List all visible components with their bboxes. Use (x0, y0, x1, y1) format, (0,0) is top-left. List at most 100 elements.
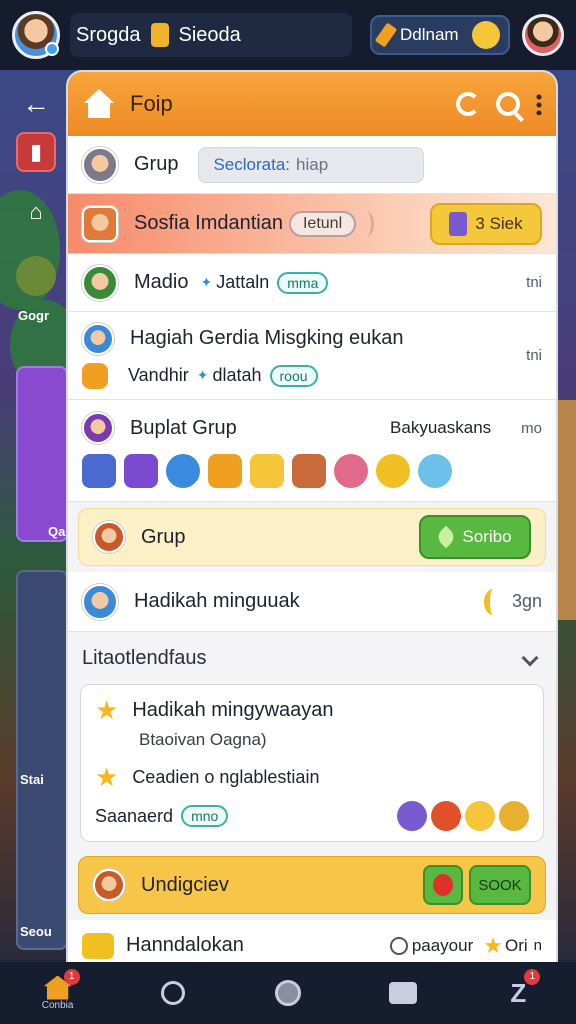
sparkle-icon: ✦ (200, 274, 213, 290)
list-item-title: Hanndalokan (126, 934, 244, 956)
card-line[interactable]: ★ Hadikah mingywaayan (95, 695, 529, 726)
list-item-title: Hagiah Gerdia Misgking eukan (130, 327, 404, 349)
side-event-card[interactable]: Qa (16, 366, 68, 542)
player-avatar[interactable] (12, 11, 60, 59)
tab-search[interactable] (145, 965, 201, 1021)
search-icon[interactable] (496, 92, 520, 116)
list-item-meta: tni (526, 274, 542, 291)
status-dot (45, 42, 59, 56)
group-avatar (82, 146, 118, 183)
reward-title: Undigciev (141, 873, 229, 896)
list-item-title: Hadikah minguuak (134, 590, 300, 612)
book-button[interactable]: SOOK (469, 865, 531, 905)
list-item[interactable]: Hagiah Gerdia Misgking eukan Vandhir ✦ d… (68, 312, 556, 400)
tab-home-label: Conbia (41, 999, 74, 1011)
clock-icon (389, 936, 408, 955)
bottom-tab-bar: Conbia 1 Z 1 (0, 962, 576, 1024)
list-item-meta-label: Bakyuaskans (390, 418, 492, 437)
claim-button-label: 3 Siek (475, 213, 523, 233)
join-button[interactable]: Soribo (419, 515, 531, 559)
list-item-meta-2: Ori (504, 935, 528, 955)
reward-row[interactable]: Undigciev SOOK (78, 856, 546, 914)
section-header[interactable]: Litaotlendfaus (68, 632, 556, 684)
banner-pill-button[interactable]: Ietunl (288, 210, 357, 237)
top-bar: Srogda Sieoda Ddlnam (0, 0, 576, 70)
sparkle-icon: ✦ (196, 367, 209, 383)
item-icon-row (82, 454, 542, 488)
barrel-icon (292, 454, 326, 488)
leaf-icon (435, 525, 458, 549)
tab-home[interactable]: Conbia 1 (30, 965, 86, 1021)
join-button-label: Soribo (462, 527, 512, 546)
star-icon: ★ (95, 695, 119, 725)
creature-icon (418, 454, 452, 488)
status-badge: mno (181, 805, 229, 827)
banner-title: Sosfia Imdantian (134, 212, 283, 234)
refresh-icon[interactable] (456, 92, 480, 116)
group-search-input[interactable]: Seclorata: hiap (198, 146, 425, 183)
tab-profile[interactable]: Z 1 (490, 965, 546, 1021)
orb-icon (166, 454, 200, 488)
cube-icon (82, 454, 116, 488)
emoji-icon[interactable] (397, 801, 427, 831)
search-placeholder: hiap (296, 154, 329, 174)
edit-name-button[interactable]: Ddlnam (370, 15, 510, 55)
star-icon: ★ (95, 762, 119, 792)
claim-button[interactable]: 3 Siek (430, 202, 542, 245)
user-avatar (82, 264, 118, 301)
gem-icon (124, 454, 158, 488)
coin-icon (150, 23, 169, 47)
list-item-meta: 3gn (511, 591, 542, 611)
cup-icon (449, 211, 468, 236)
friend-avatar[interactable] (522, 14, 564, 56)
chest-icon (208, 454, 242, 488)
group-action-row[interactable]: Grup Soribo (78, 508, 546, 566)
player-info[interactable]: Srogda Sieoda (70, 13, 352, 57)
side-label: Gogr (18, 308, 50, 323)
user-avatar (93, 869, 125, 901)
lion-icon (376, 454, 410, 488)
card-line-title: Hadikah mingywaayan (132, 699, 334, 721)
side-avatar[interactable] (16, 256, 56, 296)
megaphone-icon (82, 932, 114, 959)
event-banner[interactable]: Sosfia Imdantian Ietunl 3 Siek (68, 194, 556, 254)
currency-label: Sieoda (178, 23, 241, 46)
card-line[interactable]: ★ Ceadien o nglablestiain (95, 762, 529, 793)
panel-title: Foip (130, 91, 173, 116)
smiley-icon (472, 21, 500, 49)
emoji-icon[interactable] (499, 801, 529, 831)
emoji-icon[interactable] (431, 801, 461, 831)
list-item[interactable]: Hadikah minguuak 3gn (68, 572, 556, 632)
card-line[interactable]: Saanaerd mno (95, 801, 529, 831)
list-item[interactable]: Buplat Grup Bakyuaskans mo (68, 400, 556, 502)
circle-icon (274, 980, 301, 1006)
user-avatar (82, 322, 114, 355)
cookie-icon (93, 521, 125, 553)
house-icon[interactable] (82, 89, 116, 119)
fruit-button[interactable] (423, 865, 463, 905)
list-item-meta-3: n (533, 937, 542, 954)
list-item[interactable]: Hanndalokan paayour ★ Ori n (68, 920, 556, 962)
back-arrow-icon[interactable]: ← (16, 84, 56, 124)
bookmark-icon[interactable]: ▮ (16, 132, 56, 172)
tab-center[interactable] (260, 965, 316, 1021)
activity-card: ★ Hadikah mingywaayan Btaoivan Oagna) ★ … (80, 684, 544, 842)
star-icon: ★ (483, 932, 503, 958)
home-icon[interactable]: ⌂ (16, 192, 56, 232)
section-title: Litaotlendfaus (82, 646, 207, 669)
search-icon (160, 981, 185, 1005)
name-pill-label: Ddlnam (400, 25, 459, 44)
card-line-title: Ceadien o nglablestiain (132, 767, 320, 787)
side-list-card[interactable]: Stai Seou (16, 570, 68, 950)
list-item[interactable]: Madio ✦ Jattaln mma tni (68, 254, 556, 312)
more-icon[interactable] (536, 93, 542, 115)
list-item-meta: mo (521, 419, 542, 437)
chevron-down-icon[interactable] (521, 649, 539, 667)
player-name: Srogda (76, 23, 141, 46)
list-item-title: Madio (134, 271, 189, 293)
user-avatar (82, 412, 114, 444)
tab-chat[interactable] (375, 965, 431, 1021)
side-card-label: Seou (20, 924, 52, 939)
emoji-icon[interactable] (465, 801, 495, 831)
box-icon (82, 362, 108, 389)
